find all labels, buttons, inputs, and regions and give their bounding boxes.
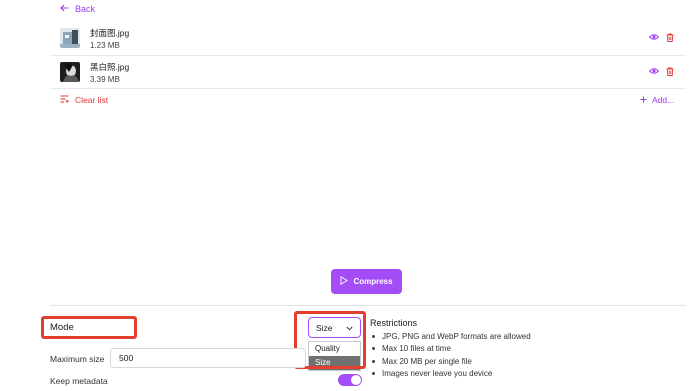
file-size: 3.39 MB xyxy=(90,74,120,84)
trash-icon[interactable] xyxy=(666,33,674,44)
file-name: 黑白照.jpg xyxy=(90,61,130,72)
back-link[interactable]: Back xyxy=(60,4,95,14)
add-files-label: Add... xyxy=(652,95,675,105)
play-icon xyxy=(340,275,349,287)
add-files-button[interactable]: Add... xyxy=(640,95,674,105)
image-thumbnail xyxy=(60,28,80,48)
bullet-icon xyxy=(372,372,375,376)
highlight-box xyxy=(41,316,137,339)
eye-icon[interactable] xyxy=(648,33,660,44)
clear-list-icon xyxy=(60,95,69,105)
max-size-input[interactable] xyxy=(110,348,306,368)
arrow-left-icon xyxy=(60,4,69,14)
file-name: 封面图.jpg xyxy=(90,27,130,38)
restriction-item: JPG, PNG and WebP formats are allowed xyxy=(370,330,531,343)
restriction-text: Images never leave you device xyxy=(382,369,493,379)
plus-icon xyxy=(640,95,647,105)
restriction-text: Max 10 files at time xyxy=(382,344,451,354)
keep-metadata-label: Keep metadata xyxy=(50,376,108,386)
trash-icon[interactable] xyxy=(666,67,674,78)
compress-button[interactable]: Compress xyxy=(331,269,402,294)
image-thumbnail xyxy=(60,62,80,82)
compress-label: Compress xyxy=(353,277,393,286)
section-divider xyxy=(50,305,686,306)
bullet-icon xyxy=(372,347,375,351)
bullet-icon xyxy=(372,334,375,338)
row-divider xyxy=(50,88,686,89)
back-label: Back xyxy=(75,4,96,14)
file-size: 1.23 MB xyxy=(90,40,120,50)
restriction-item: Max 10 files at time xyxy=(370,343,531,356)
clear-list-button[interactable]: Clear list xyxy=(60,95,108,105)
keep-metadata-toggle[interactable] xyxy=(338,374,362,386)
max-size-label: Maximum size xyxy=(50,354,105,364)
restrictions-panel: Restrictions JPG, PNG and WebP formats a… xyxy=(370,318,531,380)
restrictions-title: Restrictions xyxy=(370,318,418,328)
file-row: 封面图.jpg 1.23 MB xyxy=(50,22,686,54)
restriction-item: Images never leave you device xyxy=(370,368,531,381)
restriction-text: JPG, PNG and WebP formats are allowed xyxy=(382,331,531,341)
toggle-knob xyxy=(351,375,361,385)
bullet-icon xyxy=(372,359,375,363)
file-row: 黑白照.jpg 3.39 MB xyxy=(50,56,686,88)
restriction-item: Max 20 MB per single file xyxy=(370,355,531,368)
clear-list-label: Clear list xyxy=(75,95,109,105)
restriction-text: Max 20 MB per single file xyxy=(382,356,472,366)
eye-icon[interactable] xyxy=(648,67,660,78)
